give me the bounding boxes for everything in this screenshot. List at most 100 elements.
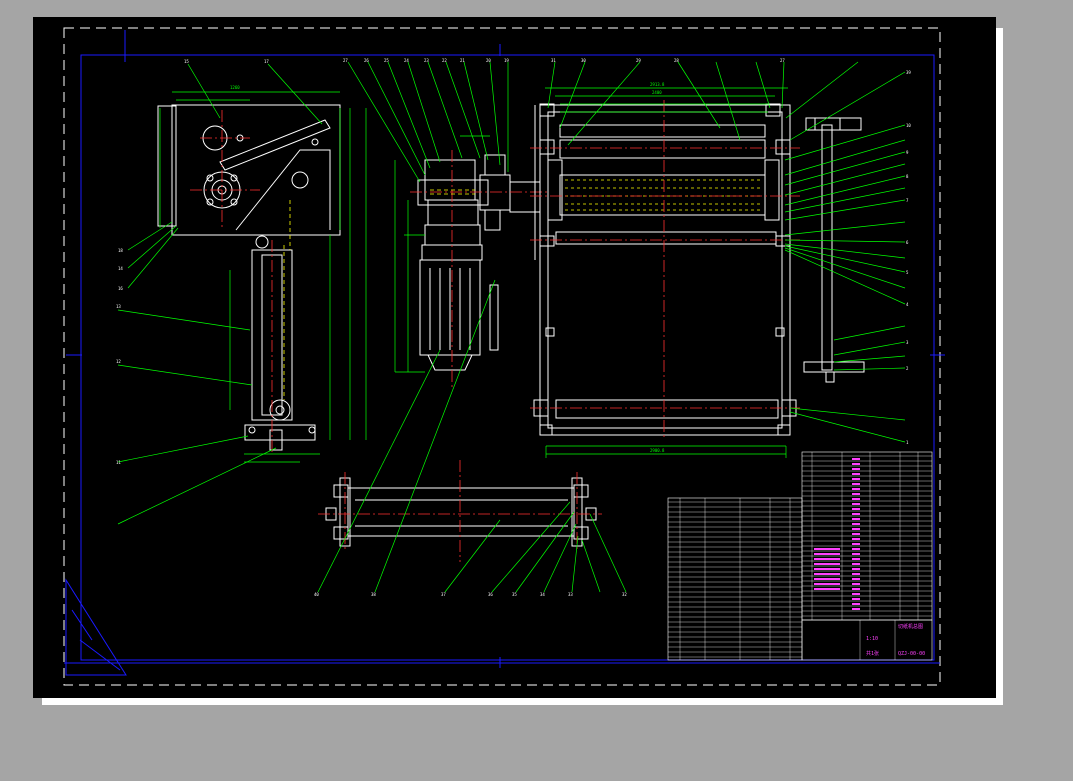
corner-mark	[65, 578, 127, 676]
top-view-centerlines	[530, 100, 800, 440]
bottom-leaders	[317, 279, 627, 593]
balloon: 15	[184, 59, 189, 64]
balloon: 38	[371, 592, 376, 597]
parts-cell-mark	[852, 528, 860, 530]
balloon: 5	[906, 270, 909, 275]
parts-cell-mark	[814, 583, 840, 585]
balloon: 12	[116, 359, 121, 364]
balloon: 23	[424, 58, 429, 63]
balloon: 14	[118, 266, 123, 271]
balloon: 27	[780, 58, 785, 63]
parts-cell-mark	[852, 533, 860, 535]
parts-cell-mark	[852, 518, 860, 520]
bottom-roller-centerlines	[318, 460, 602, 562]
balloon: 11	[116, 460, 121, 465]
balloon: 30	[581, 58, 586, 63]
side-view	[157, 104, 341, 451]
balloon: 24	[404, 58, 409, 63]
drawing-number: QZJ-00-00	[898, 651, 925, 657]
balloon: 40	[314, 592, 319, 597]
parts-cell-mark	[852, 473, 860, 475]
motor-view	[417, 154, 541, 371]
balloon: 21	[460, 58, 465, 63]
top-dim-inner: 2400	[652, 90, 662, 95]
sheet-count: 共1张	[866, 650, 879, 657]
parts-cell-mark	[852, 578, 860, 580]
balloon: 3	[906, 340, 909, 345]
parts-cell-mark	[852, 543, 860, 545]
balloon: 22	[442, 58, 447, 63]
parts-cell-mark	[852, 513, 860, 515]
parts-cell-mark	[852, 598, 860, 600]
balloon: 20	[486, 58, 491, 63]
motor-dims	[394, 135, 490, 373]
parts-cell-mark	[814, 563, 840, 565]
balloon: 6	[906, 240, 909, 245]
balloon: 18	[118, 248, 123, 253]
parts-cell-mark	[814, 558, 840, 560]
bottom-roller	[325, 477, 597, 547]
balloon: 27	[343, 58, 348, 63]
balloon: 36	[488, 592, 493, 597]
balloon: 25	[384, 58, 389, 63]
balloon: 39	[906, 70, 911, 75]
parts-cell-mark	[852, 523, 860, 525]
parts-cell-mark	[814, 548, 840, 550]
parts-cell-mark	[814, 588, 840, 590]
side-view-centerlines	[190, 110, 273, 455]
parts-cell-mark	[814, 573, 840, 575]
cad-drawing: 1260 15 17 18 14 16 13 12 11 27 26 25 24…	[63, 27, 945, 686]
bottom-dim: 2900.8	[650, 448, 665, 453]
balloon: 1	[906, 440, 909, 445]
balloon: 7	[906, 198, 909, 203]
parts-cell-mark	[852, 593, 860, 595]
balloon: 17	[264, 59, 269, 64]
side-view-hidden	[283, 200, 291, 400]
parts-cell-mark	[852, 503, 860, 505]
balloon: 10	[906, 123, 911, 128]
balloon: 35	[512, 592, 517, 597]
top-view	[533, 103, 797, 436]
parts-cell-mark	[852, 483, 860, 485]
parts-cell-mark	[814, 553, 840, 555]
parts-cell-mark	[852, 553, 860, 555]
parts-cell-mark	[852, 563, 860, 565]
parts-cell-mark	[814, 568, 840, 570]
parts-cell-mark	[852, 493, 860, 495]
side-top-dim: 1260	[230, 85, 240, 90]
balloon: 16	[118, 286, 123, 291]
balloon: 19	[504, 58, 509, 63]
bottom-balloons: 40 38 37 36 35 34 33 32	[314, 592, 627, 597]
balloon: 4	[906, 302, 909, 307]
parts-cell-mark	[852, 588, 860, 590]
drawing-name: 切纸机总图	[898, 623, 923, 630]
parts-cell-mark	[852, 548, 860, 550]
parts-cell-mark	[852, 488, 860, 490]
balloon: 29	[636, 58, 641, 63]
parts-cell-mark	[852, 558, 860, 560]
parts-cell-mark	[852, 538, 860, 540]
parts-cell-mark	[852, 463, 860, 465]
top-view-dims	[545, 87, 788, 458]
balloon: 8	[906, 174, 909, 179]
parts-cell-mark	[852, 468, 860, 470]
center-balloons: 27 26 25 24 23 22 21 20 19	[343, 58, 509, 63]
parts-cell-mark	[852, 498, 860, 500]
right-leaders	[547, 61, 906, 443]
balloon: 34	[540, 592, 545, 597]
balloon: 13	[116, 304, 121, 309]
drawing-scale: 1:10	[866, 636, 878, 642]
balloon: 26	[364, 58, 369, 63]
parts-cell-mark	[852, 458, 860, 460]
parts-list-rows	[668, 455, 932, 658]
balloon: 9	[906, 150, 909, 155]
parts-cell-mark	[852, 478, 860, 480]
right-balloons: 31 30 29 28 27 39 10 9 8 7 6 5 4 3 2 1	[551, 58, 911, 445]
side-balloons: 15 17 18 14 16 13 12 11	[116, 59, 269, 465]
drawing-frame	[80, 54, 935, 661]
parts-cell-mark	[852, 508, 860, 510]
parts-cell-mark	[852, 603, 860, 605]
balloon: 33	[568, 592, 573, 597]
dashed-border	[63, 27, 941, 686]
parts-cell-mark	[852, 608, 860, 610]
